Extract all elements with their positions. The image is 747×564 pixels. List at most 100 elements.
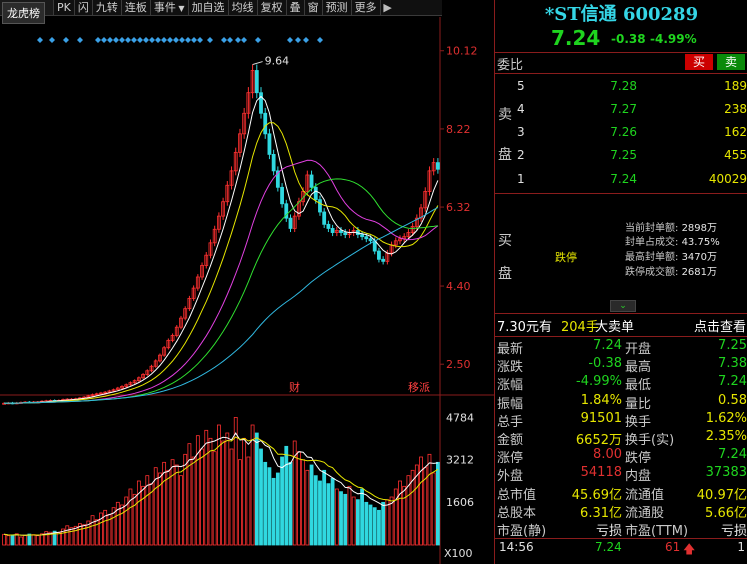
limit-down-text: 跌停 xyxy=(555,251,577,264)
order-book-row[interactable]: 3 7.26 162 xyxy=(515,125,747,143)
quote-value: 亏损 xyxy=(720,524,747,539)
quote-label: 流通值 xyxy=(625,487,665,503)
event-diamond-marker xyxy=(125,37,131,43)
sell-button[interactable]: 卖 xyxy=(717,54,745,70)
quote-label: 总手 xyxy=(497,414,524,430)
toolbar-shan[interactable]: 闪 xyxy=(75,0,93,15)
quote-label: 量比 xyxy=(625,396,652,412)
volume-bar xyxy=(326,483,331,546)
toolbar-add-watchlist[interactable]: 加自选 xyxy=(189,0,229,15)
volume-bar xyxy=(398,480,402,546)
price-axis-label: 6.32 xyxy=(446,201,471,214)
volume-bar xyxy=(14,533,19,546)
event-diamond-marker xyxy=(131,37,137,43)
event-diamond-marker xyxy=(119,37,125,43)
tick-count: 1 xyxy=(737,540,745,554)
last-price: 7.24 xyxy=(551,26,601,50)
candle-body xyxy=(280,186,284,205)
quote-label: 流通股 xyxy=(625,505,665,521)
toolbar-pk[interactable]: PK xyxy=(54,0,75,15)
volume-bar xyxy=(120,504,124,546)
volume-bar xyxy=(162,461,167,546)
quote-label: 换手 xyxy=(625,414,652,430)
candle-body xyxy=(381,258,386,262)
order-price: 7.25 xyxy=(610,148,637,162)
big-order-label: 大卖单 xyxy=(595,320,635,335)
toolbar-forecast[interactable]: 预测 xyxy=(323,0,352,15)
event-diamond-marker xyxy=(95,37,101,43)
toolbar-adjust[interactable]: 复权 xyxy=(258,0,287,15)
volume-bar xyxy=(431,472,436,546)
event-diamond-marker xyxy=(317,37,323,43)
order-level: 4 xyxy=(517,102,525,116)
big-order-link[interactable]: 点击查看 xyxy=(694,316,746,335)
candle-body xyxy=(313,186,318,201)
event-diamond-marker xyxy=(227,37,233,43)
order-book-row[interactable]: 5 7.28 189 xyxy=(515,79,747,97)
order-price: 7.27 xyxy=(610,102,637,116)
toolbar-ma[interactable]: 均线 xyxy=(229,0,258,15)
candle-body xyxy=(360,234,364,238)
quote-value: 1.62% xyxy=(705,410,747,426)
order-price: 7.28 xyxy=(610,79,637,93)
divider xyxy=(495,193,747,194)
quote-label: 涨停 xyxy=(497,451,524,467)
sell-side-label-1: 卖 xyxy=(498,107,512,123)
quote-value: -4.99% xyxy=(576,374,622,390)
stock-title: *ST信通 600289 xyxy=(544,4,699,25)
quote-value: 7.24 xyxy=(593,338,622,353)
quote-label: 总股本 xyxy=(497,505,537,521)
volume-bar xyxy=(343,493,348,546)
toolbar-events-label: 事件 xyxy=(153,0,176,14)
volume-bar xyxy=(360,488,364,546)
candle-body xyxy=(339,230,343,233)
volume-bar xyxy=(250,424,255,546)
quote-row: 振幅 1.84% 量比 0.58 xyxy=(495,392,747,412)
buy-button[interactable]: 买 xyxy=(685,54,713,70)
seal-value: 43.75% xyxy=(681,237,720,248)
volume-bar xyxy=(301,459,306,546)
event-diamond-marker xyxy=(303,37,309,43)
volume-bar xyxy=(200,448,204,546)
event-diamond-marker xyxy=(161,37,167,43)
collapse-chevron-icon[interactable]: ⌄ xyxy=(610,300,636,312)
quote-value: 91501 xyxy=(580,410,622,426)
volume-bar xyxy=(385,499,390,546)
toolbar-jiuzhuan[interactable]: 九转 xyxy=(93,0,122,15)
quote-label: 跌停 xyxy=(625,451,652,467)
event-diamond-marker xyxy=(137,37,143,43)
toolbar-overlay[interactable]: 叠 xyxy=(287,0,305,15)
order-price: 7.26 xyxy=(610,125,637,139)
quote-value: 0.58 xyxy=(718,392,747,408)
volume-bar xyxy=(179,475,183,546)
seal-value: 3470万 xyxy=(681,252,718,263)
toolbar-events[interactable]: 事件 ▼ xyxy=(151,0,189,15)
kline-chart[interactable]: 10.12 8.22 6.32 4.40 2.50 4784 3212 1606 X100 9.6… xyxy=(0,17,494,564)
volume-bar xyxy=(225,432,230,546)
toolbar-window[interactable]: 窗 xyxy=(305,0,323,15)
order-level: 5 xyxy=(517,79,525,93)
quote-value: 37383 xyxy=(705,465,747,481)
volume-bar xyxy=(174,464,179,546)
toolbar-nav-icon[interactable]: ▶ xyxy=(381,1,395,14)
candle-body xyxy=(435,162,440,170)
quote-label: 振幅 xyxy=(497,396,524,412)
candle-body xyxy=(322,211,327,225)
volume-bar xyxy=(238,459,242,546)
quote-panel: *ST信通 600289 7.24 -0.38 -4.99% 委比 买 卖 卖 … xyxy=(494,0,747,564)
toolbar-lianban[interactable]: 连板 xyxy=(122,0,151,15)
candle-body xyxy=(364,236,369,240)
tick-time: 14:56 xyxy=(499,540,534,554)
volume-bar xyxy=(339,491,343,546)
tick-volume: 61 xyxy=(665,540,681,554)
toolbar-more[interactable]: 更多 xyxy=(352,0,381,15)
order-book-row[interactable]: 4 7.27 238 xyxy=(515,102,747,120)
quote-value: 1.84% xyxy=(580,392,622,408)
order-book-row[interactable]: 1 7.24 40029 xyxy=(515,172,747,190)
event-label-finance: 财 xyxy=(289,380,300,394)
chart-toolbar: PK 闪 九转 连板 事件 ▼ 加自选 均线 复权 叠 窗 预测 更多 ▶ xyxy=(0,0,442,16)
candle-body xyxy=(267,133,272,155)
seal-info-row: 跌停成交额: 2681万 xyxy=(625,263,717,278)
order-book-row[interactable]: 2 7.25 455 xyxy=(515,148,747,166)
volume-bar xyxy=(141,485,145,546)
